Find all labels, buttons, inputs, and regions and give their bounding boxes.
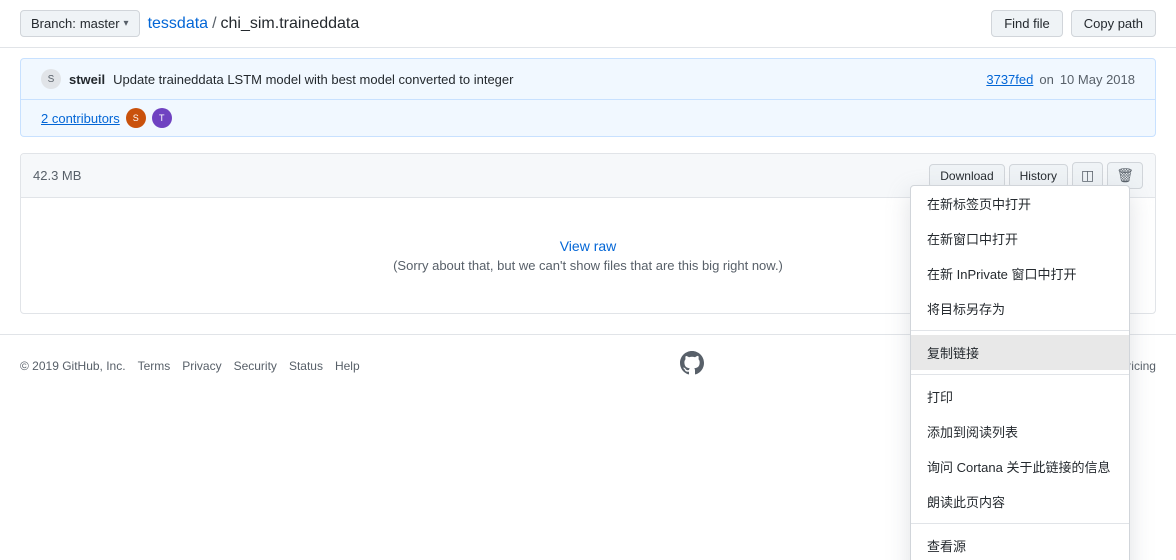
branch-name: master <box>80 16 120 31</box>
top-actions: Find file Copy path <box>991 10 1156 37</box>
context-divider-3 <box>911 523 1129 524</box>
contributor-avatar-2: T <box>152 108 172 128</box>
context-save-as[interactable]: 将目标另存为 <box>911 291 1129 326</box>
commit-date: 10 May 2018 <box>1060 72 1135 87</box>
context-reading-list[interactable]: 添加到阅读列表 <box>911 414 1129 449</box>
commit-right: 3737fed on 10 May 2018 <box>986 72 1135 87</box>
footer-status[interactable]: Status <box>289 359 323 373</box>
context-open-new-window[interactable]: 在新窗口中打开 <box>911 221 1129 256</box>
commit-bar: S stweil Update traineddata LSTM model w… <box>20 58 1156 100</box>
file-size: 42.3 MB <box>33 168 81 183</box>
top-bar: Branch: master ▾ tessdata / chi_sim.trai… <box>0 0 1176 48</box>
footer-left: © 2019 GitHub, Inc. Terms Privacy Securi… <box>20 359 360 373</box>
context-open-new-tab[interactable]: 在新标签页中打开 <box>911 186 1129 221</box>
chevron-down-icon: ▾ <box>124 18 129 29</box>
history-button[interactable]: History <box>1009 164 1068 188</box>
footer-security[interactable]: Security <box>234 359 277 373</box>
branch-label: Branch: <box>31 16 76 31</box>
context-menu: 在新标签页中打开 在新窗口中打开 在新 InPrivate 窗口中打开 将目标另… <box>910 185 1130 560</box>
context-print[interactable]: 打印 <box>911 379 1129 414</box>
context-view-source[interactable]: 查看源 <box>911 528 1129 560</box>
copyright: © 2019 GitHub, Inc. <box>20 359 126 373</box>
breadcrumb-separator: / <box>212 15 216 33</box>
context-copy-link[interactable]: 复制链接 <box>911 335 1129 370</box>
footer-privacy[interactable]: Privacy <box>182 359 221 373</box>
context-open-inprivate[interactable]: 在新 InPrivate 窗口中打开 <box>911 256 1129 291</box>
download-button[interactable]: Download <box>929 164 1004 188</box>
github-logo <box>680 351 704 381</box>
commit-left: S stweil Update traineddata LSTM model w… <box>41 69 513 89</box>
find-file-button[interactable]: Find file <box>991 10 1063 37</box>
file-name: chi_sim.traineddata <box>221 15 360 33</box>
branch-selector: Branch: master ▾ tessdata / chi_sim.trai… <box>20 10 359 37</box>
breadcrumb: tessdata / chi_sim.traineddata <box>148 15 360 33</box>
context-divider-1 <box>911 330 1129 331</box>
context-cortana[interactable]: 询问 Cortana 关于此链接的信息 <box>911 449 1129 484</box>
contributor-avatar-1: S <box>126 108 146 128</box>
branch-button[interactable]: Branch: master ▾ <box>20 10 140 37</box>
commit-user[interactable]: stweil <box>69 72 105 87</box>
footer-help[interactable]: Help <box>335 359 360 373</box>
footer-terms[interactable]: Terms <box>138 359 171 373</box>
view-raw-link[interactable]: View raw <box>560 238 617 254</box>
commit-avatar: S <box>41 69 61 89</box>
context-divider-2 <box>911 374 1129 375</box>
commit-on: on <box>1039 72 1053 87</box>
page-wrapper: Branch: master ▾ tessdata / chi_sim.trai… <box>0 0 1176 560</box>
contributors-bar: 2 contributors S T <box>20 100 1156 137</box>
commit-message: Update traineddata LSTM model with best … <box>113 72 513 87</box>
repo-link[interactable]: tessdata <box>148 15 208 33</box>
commit-hash[interactable]: 3737fed <box>986 72 1033 87</box>
context-read-aloud[interactable]: 朗读此页内容 <box>911 484 1129 519</box>
contributors-link[interactable]: 2 contributors <box>41 111 120 126</box>
copy-path-button[interactable]: Copy path <box>1071 10 1156 37</box>
